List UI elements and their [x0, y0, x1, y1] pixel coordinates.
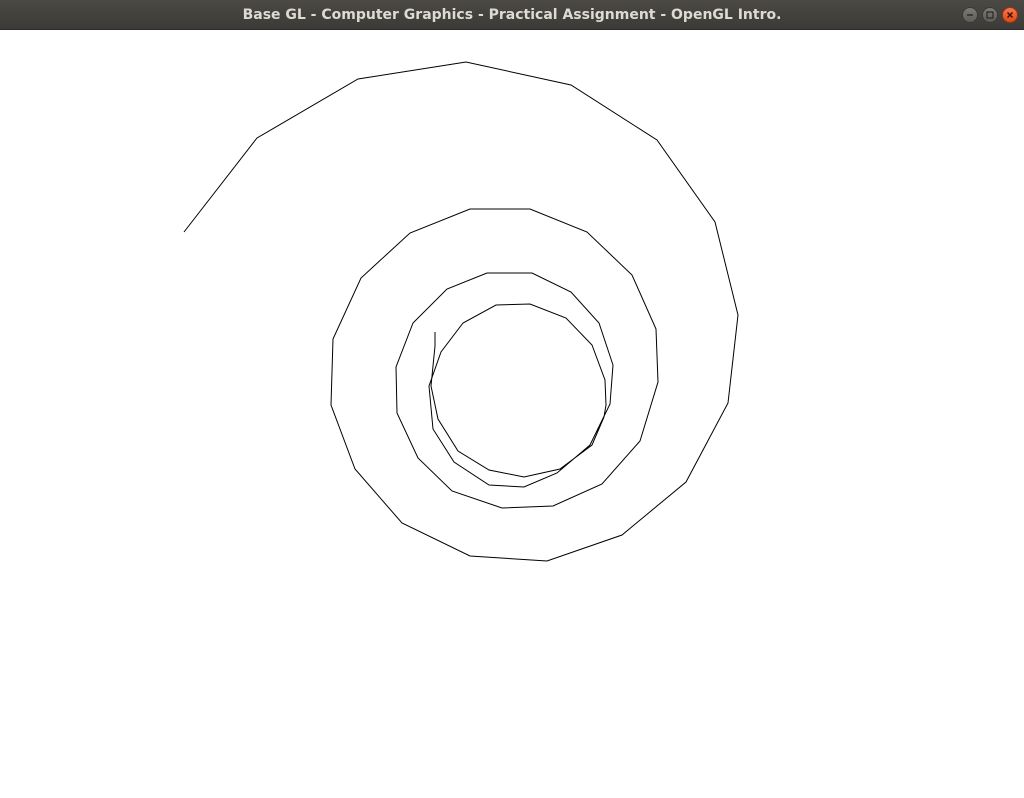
app-window: Base GL - Computer Graphics - Practical … [0, 0, 1024, 798]
window-title: Base GL - Computer Graphics - Practical … [242, 7, 782, 23]
spiral-polyline [183, 61, 739, 562]
maximize-button[interactable] [982, 7, 998, 23]
minimize-button[interactable] [962, 7, 978, 23]
minimize-icon [967, 14, 973, 16]
title-bar[interactable]: Base GL - Computer Graphics - Practical … [0, 0, 1024, 30]
gl-canvas[interactable] [0, 30, 1024, 798]
close-icon [1006, 11, 1014, 19]
spiral-drawing [183, 61, 739, 562]
close-button[interactable] [1002, 7, 1018, 23]
maximize-icon [986, 11, 994, 19]
window-controls [962, 7, 1018, 23]
